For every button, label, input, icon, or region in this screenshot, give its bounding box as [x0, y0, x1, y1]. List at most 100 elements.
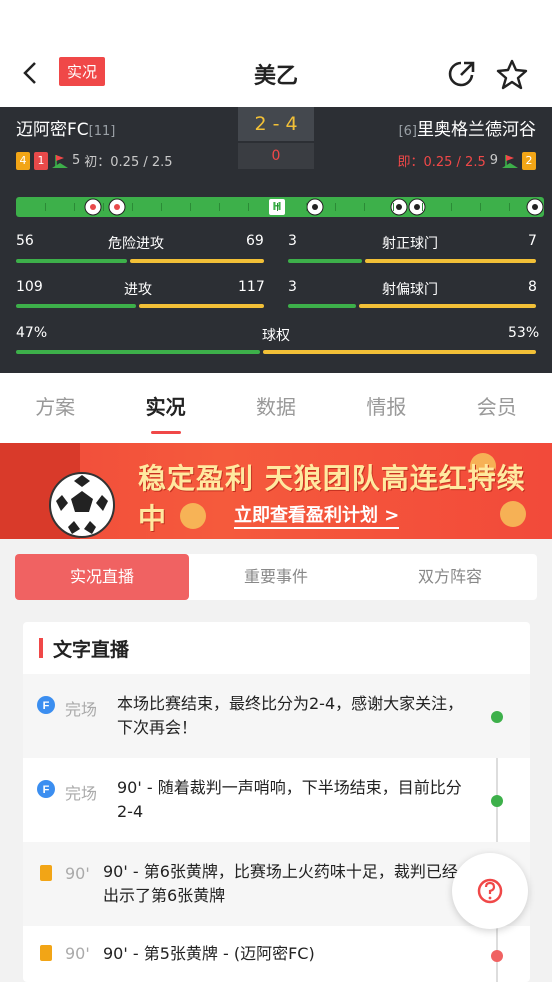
home-team[interactable]: 迈阿密FC[11]	[16, 115, 115, 140]
match-timeline[interactable]: H	[16, 197, 544, 217]
away-goal-ball-icon	[306, 198, 324, 216]
tab-intel[interactable]: 情报	[346, 391, 426, 426]
away-meta: 即：0.25 / 2.5 9 2	[397, 151, 536, 170]
home-dangerous-attack-bar	[16, 259, 127, 263]
shots-on-target-label: 射正球门	[382, 236, 438, 252]
home-dangerous-attack: 56	[16, 233, 34, 249]
tab-plan[interactable]: 方案	[15, 391, 95, 426]
away-yellow-card-count: 2	[522, 151, 536, 170]
entry-time: 完场	[65, 784, 98, 803]
away-team-name: 里奥格兰德河谷	[417, 120, 536, 140]
home-possession-bar	[16, 350, 260, 354]
away-possession: 53%	[508, 325, 540, 341]
entry-time: 90'	[65, 864, 90, 883]
entry-text: 90' - 第6张黄牌，比赛场上火药味十足，裁判已经出示了第6张黄牌	[103, 862, 458, 905]
home-shots-off-target: 3	[288, 279, 297, 295]
timeline-tick	[422, 203, 423, 211]
home-yellow-card-count: 4	[16, 151, 30, 170]
timeline-tick	[306, 203, 307, 211]
share-icon[interactable]	[446, 58, 478, 90]
away-shots-off-target-bar	[359, 304, 536, 308]
full-score: 2 - 4	[238, 107, 314, 141]
home-shots-on-target-bar	[288, 259, 362, 263]
home-red-card-count: 1	[34, 151, 48, 170]
subtab-key-events[interactable]: 重要事件	[189, 554, 363, 600]
entry-time: 90'	[65, 944, 90, 963]
away-attack: 117	[238, 279, 265, 295]
possession-label: 球权	[262, 328, 290, 344]
home-goal-ball-icon	[84, 198, 102, 216]
away-odds: 即：0.25 / 2.5	[397, 155, 486, 170]
home-shots-on-target: 3	[288, 233, 297, 249]
timeline-tick	[161, 203, 162, 211]
dangerous-attack-label: 危险进攻	[108, 236, 164, 252]
sub-tabs: 实况直播 重要事件 双方阵容	[15, 554, 537, 600]
soccer-ball-icon	[49, 472, 115, 538]
corner-flag-icon	[52, 154, 68, 168]
away-team[interactable]: [6]里奥格兰德河谷	[399, 115, 536, 140]
score-panel: 迈阿密FC[11] [6]里奥格兰德河谷 2 - 4 0 4 1 5 初：0.2…	[0, 107, 552, 373]
home-attack-bar	[16, 304, 136, 308]
away-shots-off-target: 8	[528, 279, 537, 295]
away-dangerous-attack: 69	[246, 233, 264, 249]
timeline-tick	[364, 203, 365, 211]
live-entry: 90' 90' - 第5张黄牌 - (迈阿密FC)	[23, 926, 530, 982]
corner-flag-icon	[502, 154, 518, 168]
f-whistle-icon: F	[37, 696, 55, 714]
timeline-tick	[248, 203, 249, 211]
away-goal-ball-icon	[408, 198, 426, 216]
home-team-rank: [11]	[88, 124, 116, 139]
half-score: 0	[238, 143, 314, 169]
away-corner-count: 9	[489, 153, 498, 168]
away-shots-on-target: 7	[528, 233, 537, 249]
yellow-card-icon	[40, 945, 52, 961]
status-bar	[0, 0, 552, 40]
yellow-card-icon	[40, 865, 52, 881]
main-tabs: 方案 实况 数据 情报 会员	[0, 373, 552, 443]
tab-live[interactable]: 实况	[126, 391, 206, 434]
home-shots-off-target-bar	[288, 304, 356, 308]
timeline-tick	[45, 203, 46, 211]
timeline-tick	[74, 203, 75, 211]
tab-data[interactable]: 数据	[236, 391, 316, 426]
home-odds: 初：0.25 / 2.5	[84, 155, 173, 170]
timeline-dot	[491, 795, 503, 807]
home-goal-ball-icon	[108, 198, 126, 216]
home-attack: 109	[16, 279, 43, 295]
home-team-name: 迈阿密FC	[16, 120, 89, 140]
tab-member[interactable]: 会员	[457, 391, 537, 426]
entry-text: 90' - 随着裁判一声哨响，下半场结束，目前比分2-4	[117, 778, 462, 821]
entry-time: 完场	[65, 700, 98, 719]
subtab-live-stream[interactable]: 实况直播	[15, 554, 189, 600]
timeline-tick	[509, 203, 510, 211]
attack-label: 进攻	[124, 282, 152, 298]
timeline-tick	[277, 203, 278, 211]
help-button[interactable]	[452, 853, 528, 929]
entry-text: 本场比赛结束，最终比分为2-4，感谢大家关注，下次再会！	[117, 694, 464, 737]
timeline-tick	[132, 203, 133, 211]
subtab-lineups[interactable]: 双方阵容	[363, 554, 537, 600]
f-whistle-icon: F	[37, 780, 55, 798]
banner-cta[interactable]: 立即查看盈利计划 >	[234, 501, 400, 529]
favorite-star-icon[interactable]	[496, 58, 528, 90]
title-accent-bar	[39, 638, 43, 658]
away-team-rank: [6]	[398, 124, 417, 139]
home-possession: 47%	[16, 325, 48, 341]
timeline-tick	[480, 203, 481, 211]
home-meta: 4 1 5 初：0.25 / 2.5	[16, 151, 173, 170]
timeline-tick	[393, 203, 394, 211]
timeline-tick	[190, 203, 191, 211]
promo-banner[interactable]: 稳定盈利 天狼团队高连红持续中 立即查看盈利计划 >	[0, 443, 552, 539]
back-arrow-icon[interactable]	[16, 58, 46, 88]
svg-text:F: F	[43, 700, 50, 712]
away-possession-bar	[263, 350, 536, 354]
timeline-tick	[451, 203, 452, 211]
live-entry: F 完场 90' - 随着裁判一声哨响，下半场结束，目前比分2-4	[23, 758, 530, 842]
home-corner-count: 5	[72, 153, 81, 168]
live-badge[interactable]: 实况	[59, 57, 106, 86]
timeline-dot	[491, 711, 503, 723]
live-entry: F 完场 本场比赛结束，最终比分为2-4，感谢大家关注，下次再会！	[23, 674, 530, 758]
timeline-tick	[335, 203, 336, 211]
text-live-title: 文字直播	[23, 622, 530, 674]
away-goal-ball-icon	[526, 198, 544, 216]
